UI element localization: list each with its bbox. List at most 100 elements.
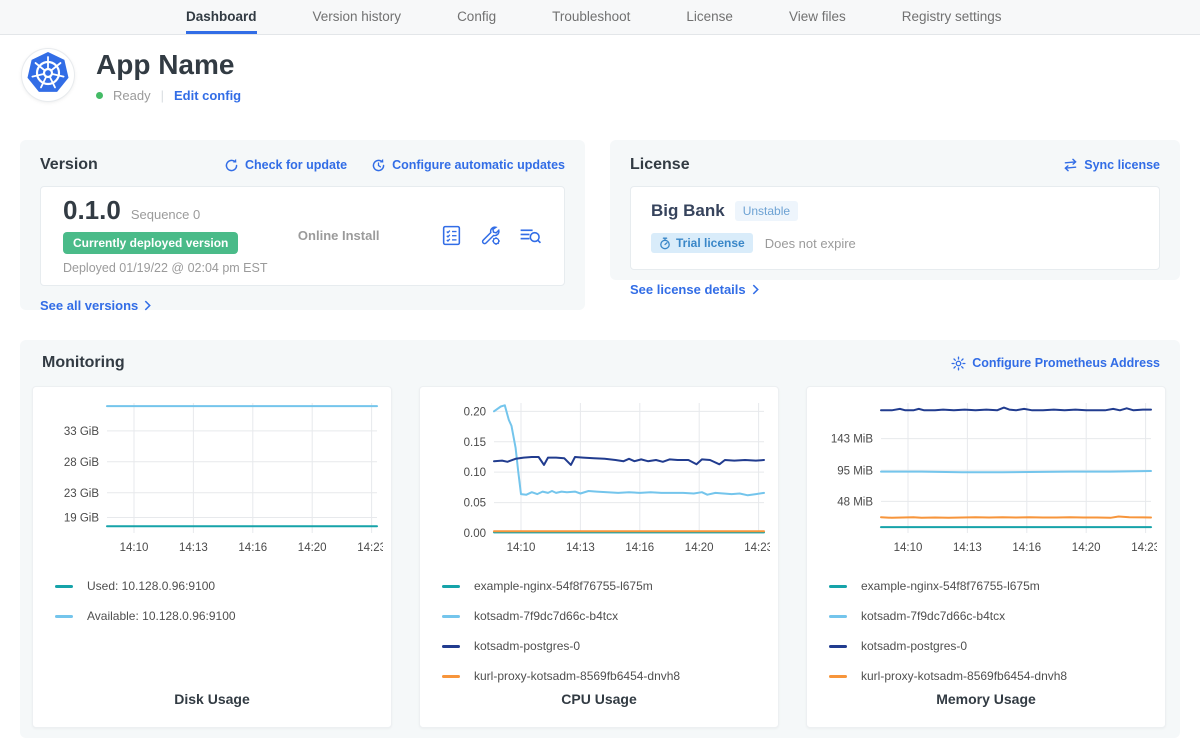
memory-usage-legend: example-nginx-54f8f76755-l675m kotsadm-7…: [829, 579, 1155, 683]
configure-prometheus-link[interactable]: Configure Prometheus Address: [951, 356, 1160, 371]
tab-view-files[interactable]: View files: [789, 0, 846, 34]
license-details-card: Big Bank Unstable Trial license Does not…: [630, 186, 1160, 270]
disk-usage-chart[interactable]: 14:1014:1314:1614:2014:2333 GiB28 GiB23 …: [43, 397, 383, 557]
legend-dash: [442, 675, 460, 678]
chevron-right-icon: [752, 284, 759, 295]
svg-text:14:10: 14:10: [894, 542, 923, 554]
license-title: License: [630, 156, 690, 174]
sequence-label: Sequence 0: [131, 207, 200, 222]
svg-text:14:23: 14:23: [744, 542, 770, 554]
svg-text:14:13: 14:13: [953, 542, 982, 554]
stopwatch-icon: [659, 237, 671, 250]
svg-text:14:16: 14:16: [625, 542, 654, 554]
see-license-details-link[interactable]: See license details: [630, 282, 759, 297]
legend-item: kotsadm-7f9dc7d66c-b4tcx: [442, 609, 768, 623]
disk-usage-chart-card: 14:1014:1314:1614:2014:2333 GiB28 GiB23 …: [32, 386, 392, 728]
sync-icon: [1063, 158, 1078, 172]
app-logo: [22, 49, 74, 101]
legend-dash: [55, 585, 73, 588]
chart-title: Disk Usage: [33, 691, 391, 707]
svg-text:95 MiB: 95 MiB: [837, 465, 873, 477]
svg-text:0.10: 0.10: [464, 467, 486, 479]
svg-text:14:13: 14:13: [179, 542, 208, 554]
status-dot: [96, 92, 103, 99]
legend-dash: [829, 585, 847, 588]
svg-text:14:23: 14:23: [1131, 542, 1157, 554]
clock-refresh-icon: [371, 158, 386, 173]
svg-text:14:20: 14:20: [685, 542, 714, 554]
app-header: App Name Ready | Edit config: [22, 49, 241, 103]
tab-registry-settings[interactable]: Registry settings: [902, 0, 1002, 34]
config-wrench-icon[interactable]: [479, 224, 502, 247]
svg-text:14:10: 14:10: [507, 542, 536, 554]
kubernetes-icon: [24, 49, 72, 102]
sync-license-link[interactable]: Sync license: [1063, 158, 1160, 172]
see-all-versions-link[interactable]: See all versions: [40, 298, 151, 313]
kots-dashboard-page: Dashboard Version history Config Trouble…: [0, 0, 1200, 746]
tab-version-history[interactable]: Version history: [313, 0, 402, 34]
trial-license-badge: Trial license: [651, 233, 753, 253]
view-diff-icon[interactable]: [518, 224, 542, 247]
legend-dash: [829, 615, 847, 618]
legend-item: kotsadm-7f9dc7d66c-b4tcx: [829, 609, 1155, 623]
disk-usage-legend: Used: 10.128.0.96:9100 Available: 10.128…: [55, 579, 381, 623]
cpu-usage-legend: example-nginx-54f8f76755-l675m kotsadm-7…: [442, 579, 768, 683]
app-header-text: App Name Ready | Edit config: [96, 49, 241, 103]
legend-dash: [55, 615, 73, 618]
chevron-right-icon: [144, 300, 151, 311]
configure-automatic-updates-link[interactable]: Configure automatic updates: [371, 158, 565, 173]
edit-config-link[interactable]: Edit config: [174, 88, 241, 103]
svg-text:14:13: 14:13: [566, 542, 595, 554]
see-all-versions-row: See all versions: [40, 298, 565, 313]
legend-item: Used: 10.128.0.96:9100: [55, 579, 381, 593]
legend-item: Available: 10.128.0.96:9100: [55, 609, 381, 623]
svg-text:14:20: 14:20: [298, 542, 327, 554]
cpu-usage-chart[interactable]: 14:10 14:13 14:16 14:20 14:23 0.20 0.15 0.10 0.0…: [430, 397, 770, 557]
preflight-checks-icon[interactable]: [440, 224, 463, 247]
svg-text:33 GiB: 33 GiB: [64, 426, 99, 438]
version-info: 0.1.0 Sequence 0 Currently deployed vers…: [63, 195, 267, 275]
legend-item: kurl-proxy-kotsadm-8569fb6454-dnvh8: [442, 669, 768, 683]
refresh-icon: [224, 158, 239, 173]
legend-dash: [442, 645, 460, 648]
tab-license[interactable]: License: [686, 0, 733, 34]
legend-dash: [442, 615, 460, 618]
monitoring-title: Monitoring: [42, 354, 125, 372]
svg-text:14:23: 14:23: [357, 542, 383, 554]
check-for-update-link[interactable]: Check for update: [224, 158, 347, 173]
divider: |: [161, 88, 164, 103]
charts-row: 14:10 14:13 14:16 14:20 14:23 33 GiB 28 GiB 23 …: [32, 386, 1168, 728]
legend-dash: [829, 675, 847, 678]
license-name: Big Bank: [651, 201, 725, 221]
expiry-label: Does not expire: [765, 236, 856, 251]
current-version-card: 0.1.0 Sequence 0 Currently deployed vers…: [40, 186, 565, 286]
legend-dash: [442, 585, 460, 588]
deployed-date: Deployed 01/19/22 @ 02:04 pm EST: [63, 261, 267, 275]
svg-text:14:16: 14:16: [1012, 542, 1041, 554]
tab-config[interactable]: Config: [457, 0, 496, 34]
svg-text:0.05: 0.05: [464, 498, 486, 510]
version-title: Version: [40, 156, 98, 174]
chart-title: CPU Usage: [420, 691, 778, 707]
install-type-label: Online Install: [298, 228, 380, 243]
svg-text:28 GiB: 28 GiB: [64, 457, 99, 469]
svg-text:0.00: 0.00: [464, 528, 486, 540]
see-license-details-row: See license details: [630, 282, 1160, 297]
svg-text:48 MiB: 48 MiB: [837, 496, 873, 508]
legend-item: kotsadm-postgres-0: [442, 639, 768, 653]
memory-usage-chart[interactable]: 14:1014:1314:1614:2014:23143 MiB95 MiB48…: [817, 397, 1157, 557]
svg-text:23 GiB: 23 GiB: [64, 488, 99, 500]
svg-text:0.15: 0.15: [464, 437, 486, 449]
version-number: 0.1.0: [63, 195, 121, 226]
tab-dashboard[interactable]: Dashboard: [186, 0, 257, 34]
tab-troubleshoot[interactable]: Troubleshoot: [552, 0, 630, 34]
chart-title: Memory Usage: [807, 691, 1165, 707]
legend-item: example-nginx-54f8f76755-l675m: [829, 579, 1155, 593]
version-card: Version Check for update Configure au: [20, 140, 585, 310]
legend-dash: [829, 645, 847, 648]
deployed-badge: Currently deployed version: [63, 232, 238, 254]
monitoring-card: Monitoring: [20, 340, 1180, 738]
svg-text:0.20: 0.20: [464, 406, 486, 418]
legend-item: kotsadm-postgres-0: [829, 639, 1155, 653]
top-navigation: Dashboard Version history Config Trouble…: [0, 0, 1200, 35]
